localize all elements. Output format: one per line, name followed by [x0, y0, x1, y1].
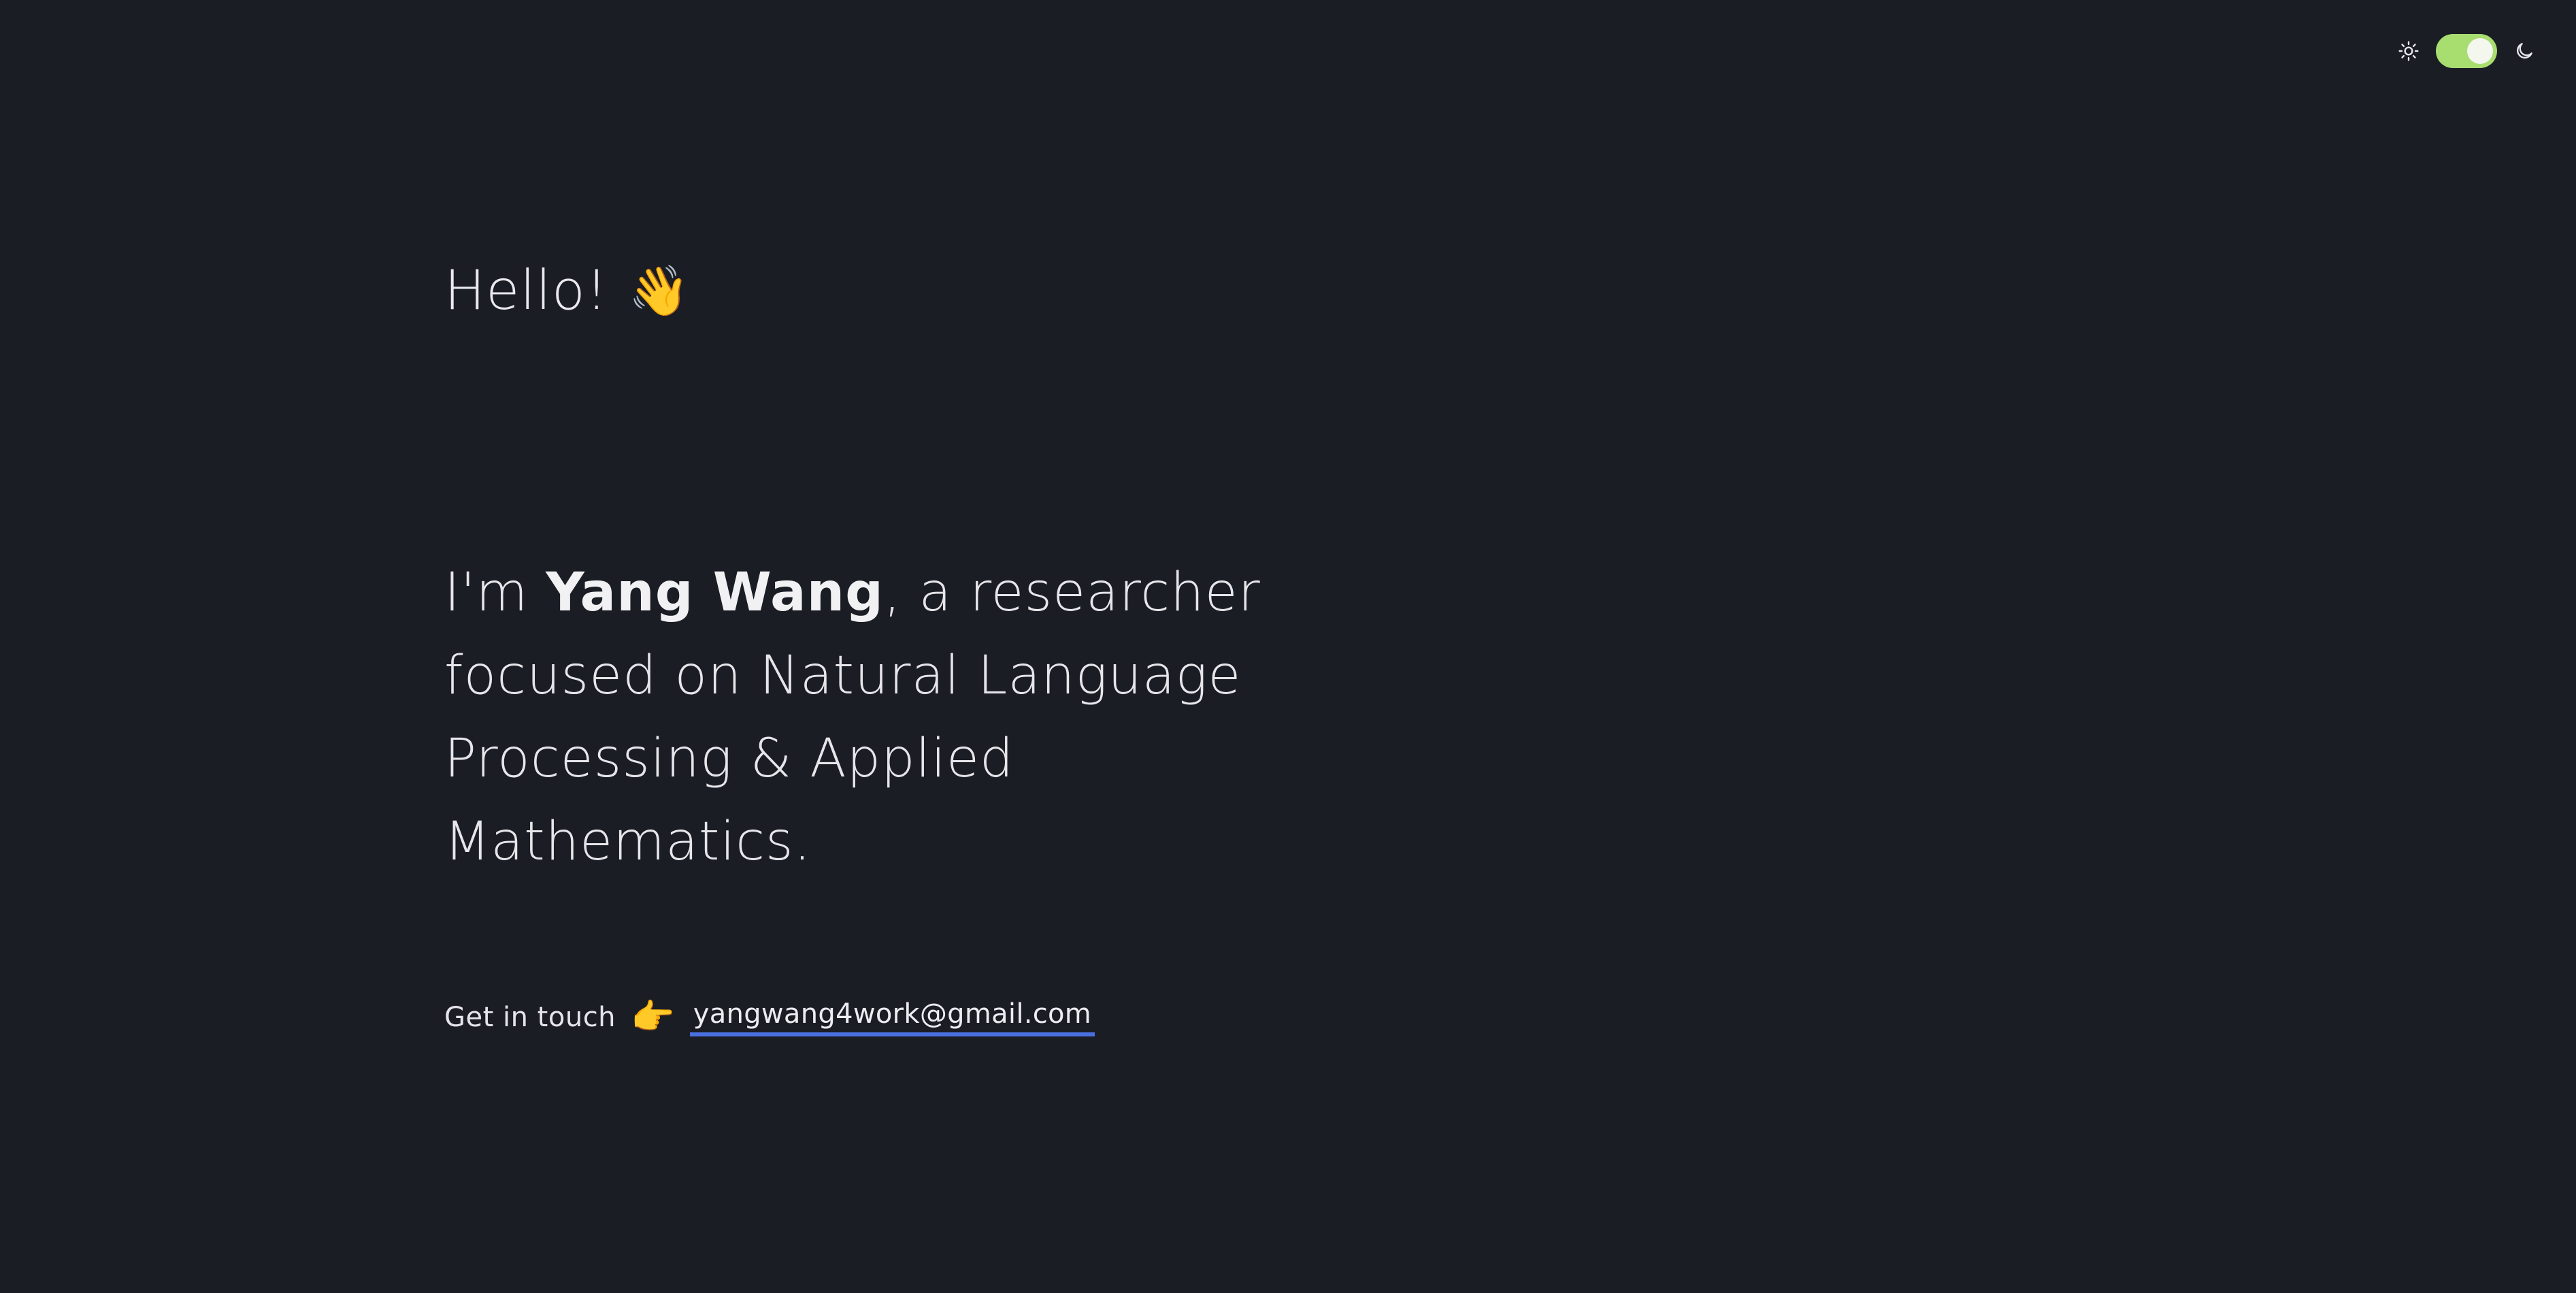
contact-row: Get in touch 👉 yangwang4work@gmail.com — [444, 998, 1095, 1036]
theme-switch — [2396, 34, 2537, 68]
intro-paragraph: I'm Yang Wang, a researcher focused on N… — [444, 551, 1383, 883]
pointing-hand-icon: 👉 — [631, 997, 675, 1038]
greeting-text: Hello! — [444, 259, 608, 322]
email-link[interactable]: yangwang4work@gmail.com — [689, 998, 1095, 1036]
author-name: Yang Wang — [546, 562, 884, 623]
waving-hand-icon: 👋 — [628, 261, 690, 319]
intro-prefix: I'm — [444, 562, 546, 623]
theme-toggle[interactable] — [2436, 34, 2497, 68]
moon-icon — [2512, 39, 2537, 63]
contact-label: Get in touch — [444, 1002, 616, 1033]
sun-icon — [2396, 39, 2421, 63]
page: Hello! 👋 I'm Yang Wang, a researcher foc… — [0, 0, 2576, 1293]
greeting: Hello! 👋 — [444, 259, 690, 322]
toggle-knob — [2467, 38, 2493, 64]
